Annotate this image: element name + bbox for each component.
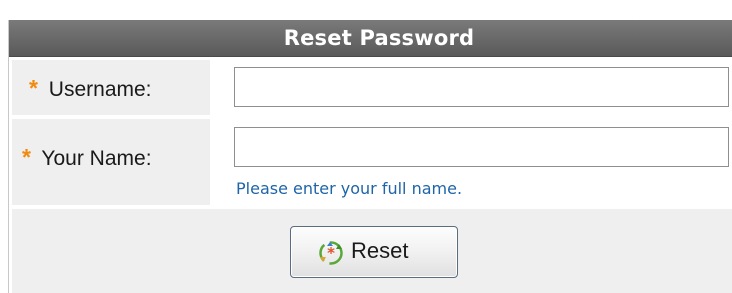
your-name-input[interactable] — [234, 127, 729, 167]
username-input[interactable] — [234, 67, 729, 107]
form-title: Reset Password — [283, 26, 475, 50]
required-marker: * — [29, 75, 38, 101]
reset-icon: * — [319, 241, 343, 265]
form-header: Reset Password — [9, 20, 732, 57]
your-name-label: * Your Name: — [22, 144, 152, 171]
username-label: * Username: — [29, 75, 152, 102]
username-label-text: Username: — [48, 78, 152, 101]
svg-text:*: * — [327, 244, 335, 262]
reset-button[interactable]: * Reset — [290, 226, 458, 278]
reset-button-label: Reset — [351, 238, 409, 263]
your-name-label-text: Your Name: — [41, 147, 152, 170]
required-marker: * — [22, 144, 31, 170]
your-name-hint: Please enter your full name. — [236, 179, 463, 198]
